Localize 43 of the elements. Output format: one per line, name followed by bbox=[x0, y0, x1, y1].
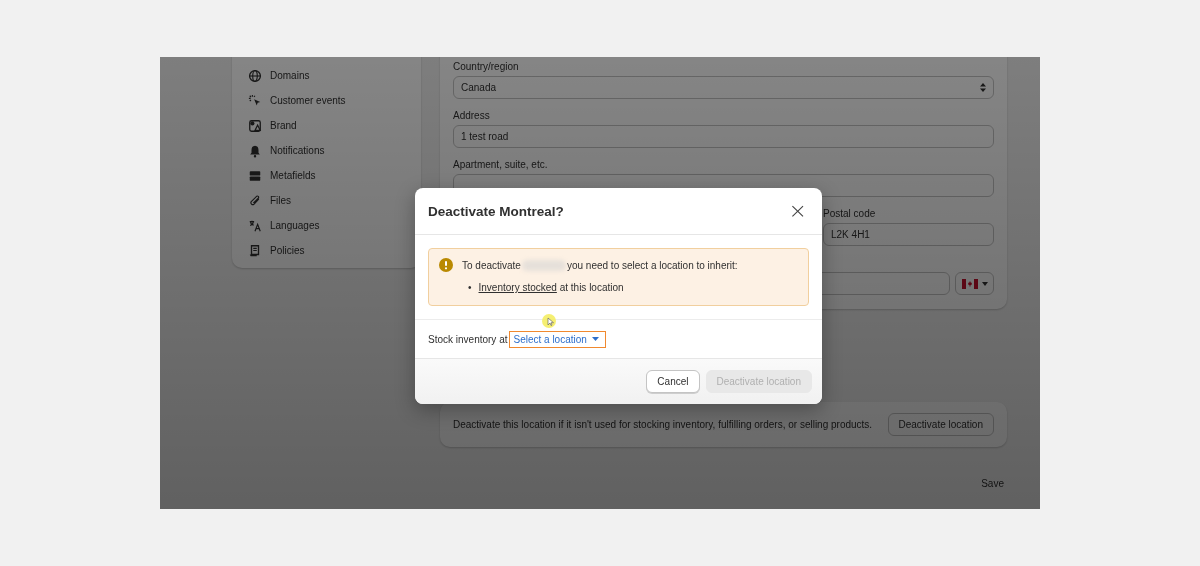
bell-icon bbox=[248, 143, 262, 158]
sidebar-item[interactable]: Notifications bbox=[248, 138, 405, 163]
stock-label: Stock inventory at bbox=[428, 333, 508, 345]
field-label: Country/region bbox=[453, 60, 520, 74]
inventory-link[interactable]: Inventory stocked bbox=[478, 282, 557, 293]
cursor-sparkle-icon bbox=[248, 93, 262, 108]
alert-icon bbox=[439, 258, 453, 272]
country-code-select[interactable] bbox=[955, 272, 994, 295]
translate-icon bbox=[248, 218, 262, 233]
brand-icon bbox=[248, 118, 262, 133]
sidebar-item[interactable]: Policies bbox=[248, 238, 405, 263]
sort-caret-icon bbox=[980, 83, 986, 92]
save-button[interactable]: Save bbox=[975, 477, 1010, 490]
sidebar-item[interactable]: Files bbox=[248, 188, 405, 213]
bullet-text: Inventory stocked at this location bbox=[478, 281, 624, 295]
cancel-button[interactable]: Cancel bbox=[646, 370, 700, 393]
sidebar-item[interactable]: Metafields bbox=[248, 163, 405, 188]
country-select[interactable]: Canada bbox=[453, 76, 994, 99]
field-label: Postal code bbox=[823, 207, 877, 221]
caret-icon bbox=[981, 281, 988, 286]
flag-icon bbox=[961, 278, 978, 289]
globe-icon bbox=[248, 68, 262, 83]
text-field[interactable]: 1 test road bbox=[453, 125, 994, 148]
sidebar-item[interactable]: Brand bbox=[248, 113, 405, 138]
field-label: Address bbox=[453, 109, 491, 123]
document-icon bbox=[248, 243, 262, 258]
deactivate-button[interactable]: Deactivate location bbox=[887, 413, 994, 436]
warning-text: To deactivate bbox=[462, 259, 521, 271]
paperclip-icon bbox=[248, 193, 262, 208]
dialog-title: Deactivate Montreal? bbox=[428, 203, 564, 219]
bullet-marker: • bbox=[468, 281, 472, 295]
sidebar-item[interactable]: Languages bbox=[248, 213, 405, 238]
card-description: Deactivate this location if it isn't used for stocking inventory, fulfilling orders, or selling products. bbox=[453, 419, 873, 430]
caret-icon bbox=[591, 337, 599, 341]
location-dropdown[interactable]: Select a location bbox=[509, 330, 606, 348]
metafields-icon bbox=[248, 168, 262, 183]
text-field[interactable]: L2K 4H1 bbox=[823, 223, 994, 246]
sidebar-item[interactable]: Customer events bbox=[248, 88, 405, 113]
close-button[interactable]: × bbox=[786, 201, 809, 221]
mouse-cursor-icon bbox=[542, 314, 556, 328]
field-label: Apartment, suite, etc. bbox=[453, 158, 549, 172]
sidebar-item[interactable]: Domains bbox=[248, 63, 405, 88]
warning-text: you need to select a location to inherit: bbox=[566, 259, 738, 271]
